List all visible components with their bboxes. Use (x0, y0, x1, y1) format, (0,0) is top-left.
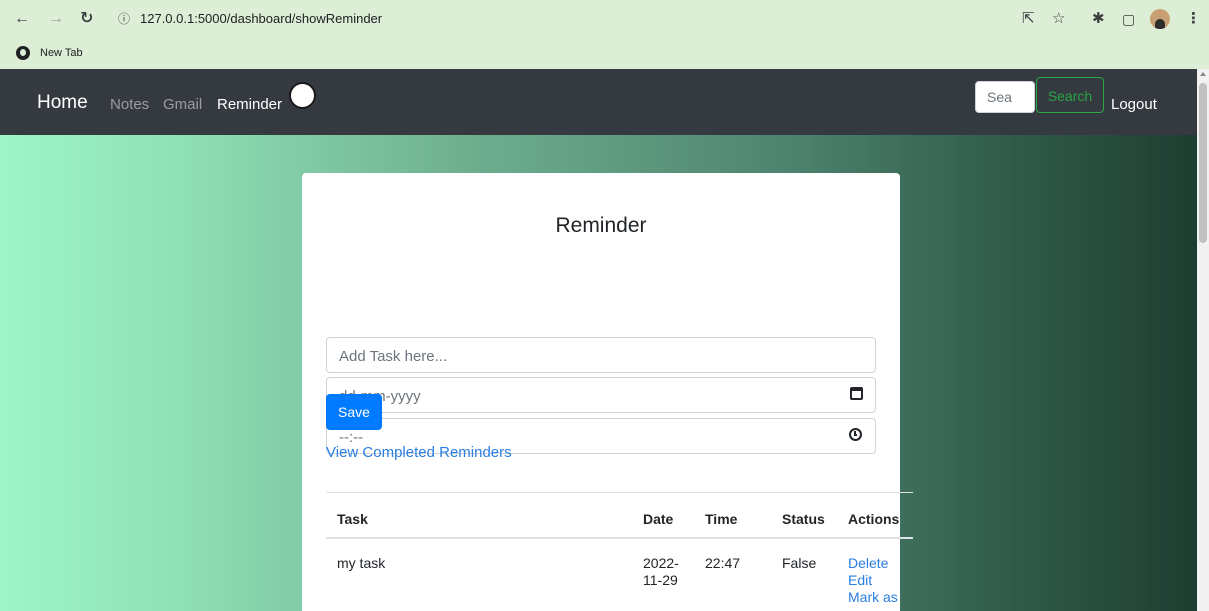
reload-icon[interactable]: ↻ (80, 9, 93, 29)
reminder-card: Reminder Add Task here... dd-mm-yyyy --:… (302, 173, 913, 611)
nav-link-gmail[interactable]: Gmail (163, 96, 202, 113)
actions-column: Actions Delete Edit Mark as (822, 503, 900, 611)
task-placeholder: Add Task here... (339, 348, 448, 365)
globe-icon[interactable] (16, 46, 30, 60)
th-date: Date (643, 511, 674, 527)
th-task: Task (337, 511, 368, 527)
date-input[interactable]: dd-mm-yyyy (326, 377, 876, 413)
profile-avatar[interactable] (1150, 9, 1170, 29)
cell-status: False (782, 555, 817, 571)
scroll-up-icon[interactable] (1200, 72, 1206, 76)
search-input[interactable]: Sea (975, 81, 1035, 113)
nav-link-reminder[interactable]: Reminder (217, 96, 282, 113)
bookmarks-bar: New Tab (0, 38, 1209, 69)
toggle-circle-button[interactable] (289, 82, 316, 109)
url-text[interactable]: 127.0.0.1:5000/dashboard/showReminder (140, 11, 382, 26)
menu-icon[interactable]: ⋮ (1186, 9, 1201, 29)
cell-time: 22:47 (705, 555, 741, 571)
mark-as-link[interactable]: Mark as (848, 589, 898, 605)
address-bar[interactable]: ⓘ 127.0.0.1:5000/dashboard/showReminder (112, 6, 992, 32)
share-icon[interactable]: ⇱ (1022, 9, 1035, 29)
table-top-border (326, 492, 913, 493)
nav-brand-home[interactable]: Home (37, 92, 88, 114)
navbar: Home Notes Gmail Reminder Sea Search Log… (0, 69, 1197, 135)
nav-link-notes[interactable]: Notes (110, 96, 149, 113)
delete-link[interactable]: Delete (848, 555, 888, 571)
th-status: Status (782, 511, 825, 527)
page-scrollbar[interactable] (1197, 69, 1209, 611)
bookmark-new-tab[interactable]: New Tab (40, 47, 83, 59)
star-icon[interactable]: ☆ (1052, 9, 1065, 29)
search-button[interactable]: Search (1036, 77, 1104, 113)
page-title: Reminder (555, 214, 647, 237)
scroll-thumb[interactable] (1199, 83, 1207, 243)
page-viewport: Home Notes Gmail Reminder Sea Search Log… (0, 69, 1197, 611)
cell-date-line1: 2022- (643, 555, 679, 571)
cell-task: my task (337, 555, 386, 571)
info-icon[interactable]: ⓘ (118, 10, 130, 27)
back-icon[interactable]: ← (14, 9, 30, 29)
th-time: Time (705, 511, 738, 527)
logout-link[interactable]: Logout (1111, 96, 1157, 113)
extensions-icon[interactable]: ✱ (1092, 9, 1105, 29)
browser-chrome: ← → ↻ ⓘ 127.0.0.1:5000/dashboard/showRem… (0, 0, 1209, 69)
address-bar-row: ← → ↻ ⓘ 127.0.0.1:5000/dashboard/showRem… (0, 0, 1209, 38)
th-actions: Actions (848, 511, 900, 527)
clock-icon (849, 428, 862, 441)
forward-icon[interactable]: → (48, 9, 64, 29)
cell-date-line2: 11-29 (643, 572, 678, 588)
view-completed-link[interactable]: View Completed Reminders (326, 444, 512, 461)
task-input[interactable]: Add Task here... (326, 337, 876, 373)
edit-link[interactable]: Edit (848, 572, 872, 588)
sidebar-icon[interactable]: ▢ (1122, 9, 1135, 29)
save-button[interactable]: Save (326, 394, 382, 430)
calendar-icon[interactable] (850, 387, 863, 400)
